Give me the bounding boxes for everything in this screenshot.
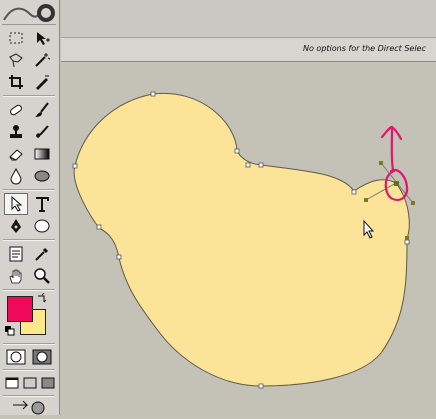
move-icon xyxy=(37,32,50,45)
standard-screen-mode-button[interactable] xyxy=(3,372,21,394)
options-bar: No options for the Direct Selec xyxy=(61,0,436,62)
options-bar-message: No options for the Direct Selec xyxy=(303,44,426,53)
screen-mode-menu-icon xyxy=(23,377,37,389)
anchor-point[interactable] xyxy=(72,163,78,169)
gradient-tool[interactable] xyxy=(30,143,54,165)
clone-stamp-tool[interactable] xyxy=(4,121,28,143)
document-artwork[interactable] xyxy=(61,63,436,415)
direction-handle-point[interactable] xyxy=(411,201,415,205)
bandage-icon xyxy=(10,104,22,116)
imageready-icon xyxy=(13,400,45,415)
eyedropper-tool[interactable] xyxy=(30,243,54,265)
slice-tool[interactable] xyxy=(30,71,54,93)
direct-selection-arrow-icon xyxy=(11,195,23,212)
history-brush-tool[interactable] xyxy=(30,121,54,143)
marquee-tool[interactable] xyxy=(4,27,28,49)
type-tool[interactable] xyxy=(30,193,54,215)
blur-tool[interactable] xyxy=(4,165,28,187)
quick-mask-icon xyxy=(32,349,52,365)
brush-icon xyxy=(35,102,49,117)
standard-mode-button[interactable] xyxy=(4,346,28,368)
shape-tool[interactable] xyxy=(30,215,54,237)
pen-tool[interactable] xyxy=(4,215,28,237)
lasso-tool[interactable] xyxy=(4,49,28,71)
direct-selection-tool[interactable] xyxy=(4,193,28,215)
magic-wand-icon xyxy=(35,53,51,67)
screen-mode-full-icon xyxy=(41,377,55,389)
magnifier-icon xyxy=(34,268,50,284)
photoshop-logo xyxy=(2,2,56,25)
move-tool[interactable] xyxy=(30,27,54,49)
document-canvas[interactable] xyxy=(61,63,436,415)
selected-anchor-point[interactable] xyxy=(394,181,399,186)
default-colors-icon[interactable] xyxy=(4,325,16,337)
notes-tool[interactable] xyxy=(4,243,28,265)
anchor-point[interactable] xyxy=(116,254,122,260)
drop-icon xyxy=(10,167,22,185)
gradient-icon xyxy=(34,148,50,160)
slice-icon xyxy=(36,75,49,90)
pen-nib-icon xyxy=(11,219,21,233)
history-brush-icon xyxy=(36,125,49,138)
eraser-tool[interactable] xyxy=(4,143,28,165)
standard-mode-icon xyxy=(6,349,26,365)
swap-colors-icon[interactable] xyxy=(36,293,48,305)
hand-icon xyxy=(9,269,22,284)
ellipse-shape-icon xyxy=(34,219,50,233)
sponge-icon xyxy=(34,170,50,182)
type-t-icon xyxy=(36,197,49,212)
anchor-point[interactable] xyxy=(258,383,264,389)
anchor-point[interactable] xyxy=(234,148,240,154)
eyedropper-icon xyxy=(35,247,49,261)
jump-to-imageready-button[interactable] xyxy=(4,397,54,419)
stamp-icon xyxy=(10,125,22,138)
lasso-icon xyxy=(9,53,23,68)
anchor-point[interactable] xyxy=(404,239,410,245)
full-screen-mode-button[interactable] xyxy=(39,372,57,394)
healing-brush-tool[interactable] xyxy=(4,99,28,121)
direction-handle-point[interactable] xyxy=(405,236,409,240)
direction-handle-point[interactable] xyxy=(364,198,368,202)
zoom-tool[interactable] xyxy=(30,265,54,287)
full-screen-menu-mode-button[interactable] xyxy=(21,372,39,394)
anchor-point[interactable] xyxy=(258,162,264,168)
dodge-tool[interactable] xyxy=(30,165,54,187)
screen-mode-icon xyxy=(5,377,19,389)
direction-handle-point[interactable] xyxy=(379,161,383,165)
kidney-shape-path[interactable] xyxy=(73,92,410,387)
brush-tool[interactable] xyxy=(30,99,54,121)
quick-mask-mode-button[interactable] xyxy=(30,346,54,368)
eraser-icon xyxy=(9,149,23,161)
toolbox-panel xyxy=(0,0,60,415)
anchor-point[interactable] xyxy=(96,224,102,230)
magic-wand-tool[interactable] xyxy=(30,49,54,71)
anchor-point[interactable] xyxy=(245,162,251,168)
foreground-color-swatch[interactable] xyxy=(7,296,33,322)
note-icon xyxy=(9,246,23,262)
options-bar-header xyxy=(61,0,436,38)
crop-icon xyxy=(9,75,23,89)
anchor-point[interactable] xyxy=(150,91,156,97)
marquee-icon xyxy=(9,32,23,44)
anchor-point[interactable] xyxy=(351,189,357,195)
crop-tool[interactable] xyxy=(4,71,28,93)
hand-tool[interactable] xyxy=(4,265,28,287)
